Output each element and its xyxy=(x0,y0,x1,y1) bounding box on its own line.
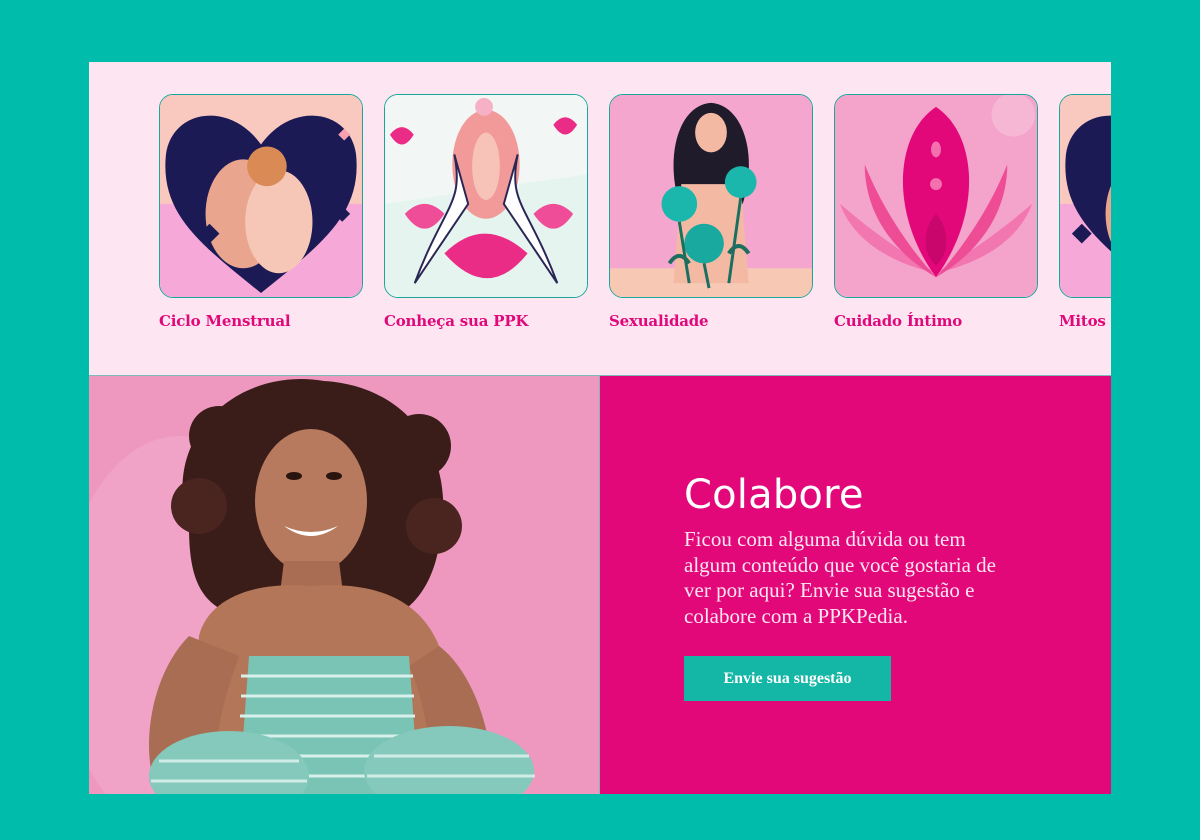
woman-photo xyxy=(89,376,599,794)
woman-flowers-icon[interactable] xyxy=(609,94,813,298)
collaborate-section: Colabore Ficou com alguma dúvida ou tem … xyxy=(599,376,1111,794)
category-label[interactable]: Cuidado Íntimo xyxy=(834,312,1040,330)
category-card-sexualidade[interactable]: Sexualidade xyxy=(609,94,815,330)
page-frame: Ciclo Menstrual Conheça sua PPK Sexualid… xyxy=(89,62,1111,794)
category-card-conheca-sua-ppk[interactable]: Conheça sua PPK xyxy=(384,94,590,330)
category-label[interactable]: Ciclo Menstrual xyxy=(159,312,365,330)
category-card-ciclo-menstrual[interactable]: Ciclo Menstrual xyxy=(159,94,365,330)
collaborate-title: Colabore xyxy=(684,472,864,518)
vulva-hands-icon[interactable] xyxy=(384,94,588,298)
category-label[interactable]: Conheça sua PPK xyxy=(384,312,590,330)
category-carousel[interactable]: Ciclo Menstrual Conheça sua PPK Sexualid… xyxy=(89,62,1111,376)
category-card-mitos[interactable]: Mitos d xyxy=(1059,94,1111,330)
heart-woman-icon[interactable] xyxy=(159,94,363,298)
category-label[interactable]: Mitos d xyxy=(1059,312,1111,330)
heart-woman-icon[interactable] xyxy=(1059,94,1111,298)
send-suggestion-button[interactable]: Envie sua sugestão xyxy=(684,656,891,701)
category-label[interactable]: Sexualidade xyxy=(609,312,815,330)
collaborate-description: Ficou com alguma dúvida ou tem algum con… xyxy=(684,527,996,628)
category-card-cuidado-intimo[interactable]: Cuidado Íntimo xyxy=(834,94,1040,330)
lotus-icon[interactable] xyxy=(834,94,1038,298)
